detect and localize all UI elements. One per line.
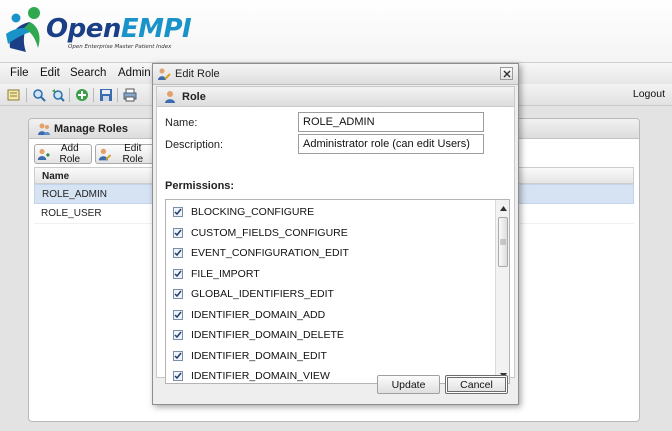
permission-item[interactable]: FILE_IMPORT [173, 266, 260, 282]
permissions-heading: Permissions: [165, 180, 235, 192]
panel-title: Manage Roles [54, 123, 128, 135]
edit-role-label: Edit Role [122, 143, 144, 165]
checkmark-icon [174, 352, 182, 359]
menu-file[interactable]: File [10, 67, 29, 79]
cancel-button[interactable]: Cancel [445, 375, 508, 394]
advanced-search-icon[interactable] [50, 87, 66, 103]
app-logo-tagline: Open Enterprise Master Patient Index [68, 44, 172, 50]
permission-label: IDENTIFIER_DOMAIN_DELETE [191, 329, 344, 341]
dialog-title: Edit Role [175, 68, 220, 80]
checkmark-icon [174, 229, 182, 236]
toolbar-separator [117, 88, 118, 102]
permissions-list: BLOCKING_CONFIGURE CUSTOM_FIELDS_CONFIGUR… [165, 199, 510, 384]
permission-item[interactable]: IDENTIFIER_DOMAIN_EDIT [173, 348, 327, 364]
user-icon [165, 91, 175, 103]
permission-label: IDENTIFIER_DOMAIN_EDIT [191, 349, 327, 362]
dialog-titlebar[interactable]: Edit Role [153, 64, 518, 85]
permission-item[interactable]: EVENT_CONFIGURATION_EDIT [173, 245, 349, 261]
scroll-up-arrow-icon[interactable] [498, 203, 508, 213]
description-label: Description: [165, 139, 224, 151]
close-icon [502, 69, 511, 78]
update-button[interactable]: Update [377, 375, 440, 394]
app-header: OpenEMPI Open Enterprise Master Patient … [0, 0, 672, 62]
checkmark-icon [174, 331, 182, 339]
checkmark-icon [174, 372, 182, 380]
add-icon[interactable] [74, 87, 90, 103]
permission-item[interactable]: IDENTIFIER_DOMAIN_DELETE [173, 327, 344, 343]
users-icon [38, 123, 50, 135]
permission-checkbox[interactable] [173, 207, 183, 217]
add-role-button[interactable]: Add Role [34, 143, 92, 165]
menu-admin[interactable]: Admin [118, 67, 151, 79]
role-section-title: Role [182, 91, 206, 103]
permission-checkbox[interactable] [173, 289, 183, 299]
permission-item[interactable]: BLOCKING_CONFIGURE [173, 204, 314, 220]
app-logo-text: OpenEMPI [46, 14, 192, 44]
permission-checkbox[interactable] [173, 227, 183, 238]
permission-label: CUSTOM_FIELDS_CONFIGURE [191, 226, 348, 239]
permission-checkbox[interactable] [173, 350, 183, 361]
permission-checkbox[interactable] [173, 268, 183, 279]
permission-item[interactable]: IDENTIFIER_DOMAIN_ADD [173, 307, 325, 323]
permission-item[interactable]: IDENTIFIER_DOMAIN_VIEW [173, 368, 330, 383]
close-button[interactable] [500, 67, 513, 80]
permission-checkbox[interactable] [173, 309, 183, 320]
search-icon[interactable] [31, 87, 47, 103]
menu-edit[interactable]: Edit [40, 67, 60, 79]
name-label: Name: [165, 117, 198, 129]
menu-search[interactable]: Search [70, 67, 106, 79]
save-icon[interactable] [98, 87, 114, 103]
permission-label: FILE_IMPORT [191, 267, 260, 280]
role-section: Role Name: Description: Permissions: BLO… [156, 86, 515, 384]
permission-label: BLOCKING_CONFIGURE [191, 206, 315, 218]
add-user-icon [37, 148, 50, 160]
checkmark-icon [174, 311, 182, 318]
scrollbar-thumb[interactable] [498, 217, 508, 267]
checkmark-icon [174, 270, 182, 277]
permission-item[interactable]: GLOBAL_IDENTIFIERS_EDIT [173, 286, 334, 302]
openempi-logo-icon [6, 7, 40, 52]
role-section-header: Role [157, 87, 514, 107]
permission-label: GLOBAL_IDENTIFIERS_EDIT [191, 288, 334, 300]
report-icon[interactable] [6, 87, 22, 103]
checkmark-icon [174, 249, 182, 257]
permission-label: EVENT_CONFIGURATION_EDIT [191, 247, 349, 259]
permission-label: IDENTIFIER_DOMAIN_ADD [191, 308, 326, 321]
permissions-scrollbar[interactable] [495, 200, 509, 383]
add-role-label: Add Role [59, 143, 81, 165]
checkmark-icon [174, 208, 182, 216]
permission-checkbox[interactable] [173, 248, 183, 258]
edit-role-dialog: Edit Role Role Name: Description: Permis… [152, 63, 519, 405]
checkmark-icon [174, 290, 182, 298]
description-field[interactable] [298, 134, 484, 154]
permission-checkbox[interactable] [173, 371, 183, 381]
permission-checkbox[interactable] [173, 330, 183, 340]
toolbar-separator [69, 88, 70, 102]
edit-role-button[interactable]: Edit Role [95, 143, 155, 165]
permission-label: IDENTIFIER_DOMAIN_VIEW [191, 370, 330, 382]
logout-link[interactable]: Logout [633, 88, 665, 100]
print-icon[interactable] [122, 87, 138, 103]
toolbar-separator [26, 88, 27, 102]
name-field[interactable] [298, 112, 484, 132]
permission-item[interactable]: CUSTOM_FIELDS_CONFIGURE [173, 225, 348, 241]
toolbar-separator [93, 88, 94, 102]
user-edit-icon [158, 68, 171, 80]
edit-user-icon [98, 148, 112, 160]
